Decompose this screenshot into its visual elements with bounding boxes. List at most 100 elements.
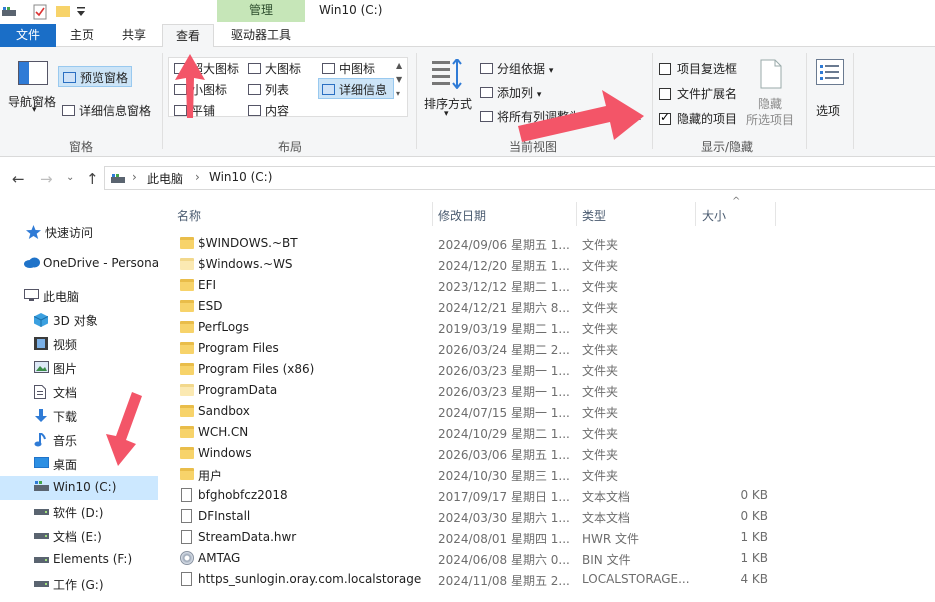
layout-content[interactable]: 内容 xyxy=(248,102,289,119)
file-date: 2023/12/12 星期二 1... xyxy=(438,280,570,294)
hidden-items-toggle[interactable]: 隐藏的项目 xyxy=(659,110,737,127)
large-icons-label: 大图标 xyxy=(265,62,302,76)
layout-medium-icons[interactable]: 中图标 xyxy=(322,60,375,77)
sidebar-item[interactable]: 此电脑 xyxy=(0,284,158,308)
table-row[interactable]: AMTAG 2024/06/08 星期六 0... BIN 文件 1 KB xyxy=(160,548,935,569)
table-row[interactable]: PerfLogs 2019/03/19 星期二 1... 文件夹 xyxy=(160,317,935,338)
sort-ascending-icon: ^ xyxy=(732,196,741,207)
customize-toolbar-icon[interactable] xyxy=(77,6,85,20)
table-row[interactable]: EFI 2023/12/12 星期二 1... 文件夹 xyxy=(160,275,935,296)
sidebar-item[interactable]: Elements (F:) xyxy=(0,548,158,572)
table-row[interactable]: bfghobfcz2018 2017/09/17 星期日 1... 文本文档 0 KB xyxy=(160,485,935,506)
hide-selected-button[interactable]: 隐藏 所选项目 xyxy=(742,57,800,131)
table-row[interactable]: ESD 2024/12/21 星期六 8... 文件夹 xyxy=(160,296,935,317)
breadcrumb-drive[interactable]: Win10 (C:) xyxy=(209,170,272,184)
sidebar-item[interactable]: 快速访问 xyxy=(0,220,158,244)
star-icon xyxy=(26,225,41,239)
up-arrow-icon[interactable]: ↑ xyxy=(86,170,99,188)
column-divider[interactable] xyxy=(695,202,696,226)
group-by-chevron-icon: ▾ xyxy=(548,66,554,76)
breadcrumb-separator-icon[interactable]: › xyxy=(132,170,137,184)
table-row[interactable]: Sandbox 2024/07/15 星期一 1... 文件夹 xyxy=(160,401,935,422)
preview-pane-button[interactable]: 预览窗格 xyxy=(58,66,132,87)
sidebar-item[interactable]: 图片 xyxy=(0,356,158,380)
item-checkboxes-toggle[interactable]: 项目复选框 xyxy=(659,60,737,77)
table-row[interactable]: https_sunlogin.oray.com.localstorage 2024… xyxy=(160,569,935,590)
new-folder-icon[interactable] xyxy=(56,4,70,21)
sidebar-item[interactable]: 3D 对象 xyxy=(0,308,158,332)
content-label: 内容 xyxy=(265,104,290,118)
details-pane-button[interactable]: 详细信息窗格 xyxy=(62,102,151,119)
group-separator xyxy=(416,53,417,149)
breadcrumb-separator-icon[interactable]: › xyxy=(195,170,200,184)
table-row[interactable]: $Windows.~WS 2024/12/20 星期五 1... 文件夹 xyxy=(160,254,935,275)
column-header-date[interactable]: 修改日期 xyxy=(438,207,486,224)
table-row[interactable]: 用户 2024/10/30 星期三 1... 文件夹 xyxy=(160,464,935,485)
address-input[interactable]: › 此电脑 › Win10 (C:) xyxy=(104,166,935,190)
layout-details[interactable]: 详细信息 xyxy=(318,78,394,99)
sidebar-item[interactable]: 文档 (E:) xyxy=(0,524,158,548)
folder-icon xyxy=(180,468,194,480)
tab-file[interactable]: 文件 xyxy=(0,24,56,47)
sidebar-item[interactable]: Win10 (C:) xyxy=(0,476,158,500)
tab-drive-tools[interactable]: 驱动器工具 xyxy=(219,24,303,47)
tab-share[interactable]: 共享 xyxy=(112,24,156,47)
table-row[interactable]: Program Files (x86) 2026/03/23 星期一 1... 文件… xyxy=(160,359,935,380)
file-date: 2024/12/21 星期六 8... xyxy=(438,301,570,315)
sidebar-item[interactable]: 视频 xyxy=(0,332,158,356)
recent-locations-chevron-icon[interactable]: ⌄ xyxy=(66,172,74,183)
group-separator xyxy=(853,53,854,149)
sort-by-button[interactable]: 排序方式 ▾ xyxy=(420,57,476,131)
folder-icon xyxy=(180,405,194,417)
forward-arrow-icon[interactable]: → xyxy=(40,170,53,188)
tab-view[interactable]: 查看 xyxy=(162,24,214,48)
manage-context-tab[interactable]: 管理 xyxy=(217,0,305,22)
group-by-button[interactable]: 分组依据 ▾ xyxy=(480,60,553,77)
item-checkboxes-checkbox[interactable] xyxy=(659,63,671,75)
layout-large-icons[interactable]: 大图标 xyxy=(248,60,301,77)
sidebar-item[interactable]: 软件 (D:) xyxy=(0,500,158,524)
list-label: 列表 xyxy=(265,83,290,97)
file-type: HWR 文件 xyxy=(582,532,640,546)
table-row[interactable]: ProgramData 2026/03/23 星期一 1... 文件夹 xyxy=(160,380,935,401)
layout-scroll-arrows[interactable]: ▲ ▼ ▾ xyxy=(396,59,402,101)
table-row[interactable]: $WINDOWS.~BT 2024/09/06 星期五 1... 文件夹 xyxy=(160,233,935,254)
layout-list[interactable]: 列表 xyxy=(248,81,289,98)
file-name: Program Files (x86) xyxy=(198,362,315,376)
file-extensions-toggle[interactable]: 文件扩展名 xyxy=(659,85,737,102)
tab-home[interactable]: 主页 xyxy=(60,24,104,47)
column-divider[interactable] xyxy=(576,202,577,226)
column-header-size[interactable]: 大小 xyxy=(702,207,726,224)
table-row[interactable]: Windows 2026/03/06 星期五 1... 文件夹 xyxy=(160,443,935,464)
sidebar-item[interactable]: 工作 (G:) xyxy=(0,572,158,596)
file-name: $WINDOWS.~BT xyxy=(198,236,298,250)
column-header-type[interactable]: 类型 xyxy=(582,207,606,224)
hidden-items-checkbox[interactable] xyxy=(659,110,671,125)
file-extensions-checkbox[interactable] xyxy=(659,88,671,100)
file-type: 文件夹 xyxy=(582,448,619,462)
column-header-name[interactable]: 名称 xyxy=(177,207,201,224)
table-row[interactable]: DFInstall 2024/03/30 星期六 1... 文本文档 0 KB xyxy=(160,506,935,527)
breadcrumb-this-pc[interactable]: 此电脑 xyxy=(147,170,183,187)
properties-icon[interactable] xyxy=(33,4,47,23)
sidebar-item[interactable]: OneDrive - Persona xyxy=(0,252,159,276)
options-label: 选项 xyxy=(816,104,841,118)
column-divider[interactable] xyxy=(432,202,433,226)
group-separator xyxy=(652,53,653,149)
file-name: $Windows.~WS xyxy=(198,257,293,271)
table-row[interactable]: WCH.CN 2024/10/29 星期二 1... 文件夹 xyxy=(160,422,935,443)
expand-gallery-icon: ▾ xyxy=(396,89,401,98)
file-date: 2026/03/24 星期二 2... xyxy=(438,343,570,357)
table-row[interactable]: Program Files 2026/03/24 星期二 2... 文件夹 xyxy=(160,338,935,359)
table-row[interactable]: StreamData.hwr 2024/08/01 星期四 1... HWR 文件 1… xyxy=(160,527,935,548)
column-divider[interactable] xyxy=(775,202,776,226)
options-button[interactable]: 选项 xyxy=(810,57,850,131)
sort-by-chevron-icon: ▾ xyxy=(444,109,449,119)
system-drive-icon xyxy=(34,481,49,494)
back-arrow-icon[interactable]: ← xyxy=(12,170,25,188)
file-type: 文件夹 xyxy=(582,301,619,315)
hide-selected-label-2: 所选项目 xyxy=(746,113,795,127)
sidebar-item-label: 桌面 xyxy=(53,458,78,472)
nav-pane-button[interactable]: 导航窗格 ▾ xyxy=(4,59,62,129)
file-name: ProgramData xyxy=(198,383,278,397)
